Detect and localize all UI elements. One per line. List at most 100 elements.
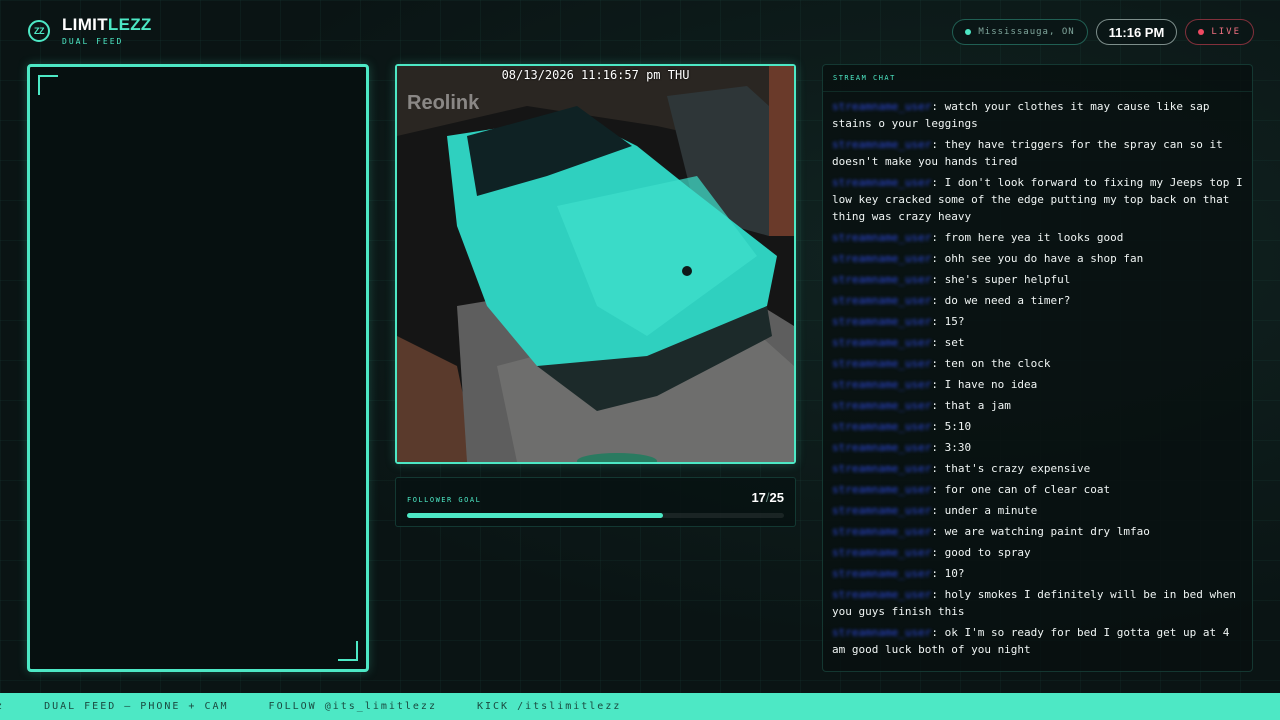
chat-message-text: : for one can of clear coat bbox=[931, 483, 1111, 496]
chat-username[interactable]: streamname_user bbox=[832, 336, 931, 349]
chat-username[interactable]: streamname_user bbox=[832, 231, 931, 244]
chat-message: streamname_user: I have no idea bbox=[832, 376, 1246, 393]
corner-bracket-top-left bbox=[38, 75, 58, 95]
chat-username[interactable]: streamname_user bbox=[832, 525, 931, 538]
chat-username[interactable]: streamname_user bbox=[832, 176, 931, 189]
chat-username[interactable]: streamname_user bbox=[832, 100, 931, 113]
chat-username[interactable]: streamname_user bbox=[832, 399, 931, 412]
brand: ZZ LIMITLEZZ DUAL FEED bbox=[28, 16, 152, 46]
brand-logo-icon: ZZ bbox=[28, 20, 50, 42]
chat-message: streamname_user: from here yea it looks … bbox=[832, 229, 1246, 246]
chat-message-text: : under a minute bbox=[931, 504, 1038, 517]
follower-goal-progress-track bbox=[407, 513, 784, 518]
ticker-item: KICK /itslimitlezz bbox=[476, 701, 622, 712]
chat-message: streamname_user: that a jam bbox=[832, 397, 1246, 414]
chat-username[interactable]: streamname_user bbox=[832, 138, 931, 151]
chat-username[interactable]: streamname_user bbox=[832, 626, 931, 639]
chat-username[interactable]: streamname_user bbox=[832, 294, 931, 307]
chat-message: streamname_user: for one can of clear co… bbox=[832, 481, 1246, 498]
corner-bracket-bottom-right bbox=[338, 641, 358, 661]
chat-message-text: : that a jam bbox=[931, 399, 1011, 412]
chat-message: streamname_user: that's crazy expensive bbox=[832, 460, 1246, 477]
ticker-item: DUAL FEED — PHONE + CAM bbox=[44, 701, 229, 712]
chat-message: streamname_user: do we need a timer? bbox=[832, 292, 1246, 309]
chat-message: streamname_user: watch your clothes it m… bbox=[832, 98, 1246, 132]
follower-goal-current: 17 bbox=[751, 490, 766, 505]
brand-title: LIMITLEZZ bbox=[62, 16, 152, 34]
chat-username[interactable]: streamname_user bbox=[832, 378, 931, 391]
chat-username[interactable]: streamname_user bbox=[832, 567, 931, 580]
chat-message: streamname_user: good to spray bbox=[832, 544, 1246, 561]
chat-message-text: : we are watching paint dry lmfao bbox=[931, 525, 1150, 538]
chat-username[interactable]: streamname_user bbox=[832, 357, 931, 370]
chat-message-text: : set bbox=[931, 336, 965, 349]
camera-feed: 08/13/2026 11:16:57 pm THU Reolink bbox=[395, 64, 796, 464]
stream-chat-title: STREAM CHAT bbox=[823, 65, 1252, 92]
chat-message: streamname_user: we are watching paint d… bbox=[832, 523, 1246, 540]
follower-goal-label: FOLLOWER GOAL bbox=[407, 496, 482, 504]
chat-username[interactable]: streamname_user bbox=[832, 483, 931, 496]
chat-username[interactable]: streamname_user bbox=[832, 315, 931, 328]
follower-goal-panel: FOLLOWER GOAL 17/25 bbox=[395, 477, 796, 527]
camera-image bbox=[397, 66, 794, 462]
follower-goal-count: 17/25 bbox=[751, 490, 784, 505]
camera-timestamp: 08/13/2026 11:16:57 pm THU bbox=[501, 68, 690, 82]
chat-message-text: : 10? bbox=[931, 567, 965, 580]
chat-message-list: streamname_user: watch your clothes it m… bbox=[823, 92, 1252, 658]
chat-message: streamname_user: ten on the clock bbox=[832, 355, 1246, 372]
location-dot-icon bbox=[965, 29, 972, 35]
phone-feed-frame bbox=[27, 64, 369, 672]
chat-username[interactable]: streamname_user bbox=[832, 504, 931, 517]
live-dot-icon bbox=[1198, 29, 1205, 35]
chat-message-text: : ohh see you do have a shop fan bbox=[931, 252, 1144, 265]
ticker-item: ezz bbox=[0, 701, 4, 712]
chat-message-text: : 15? bbox=[931, 315, 965, 328]
chat-message-text: : 3:30 bbox=[931, 441, 972, 454]
chat-message-text: : ten on the clock bbox=[931, 357, 1051, 370]
chat-message-text: : good to spray bbox=[931, 546, 1031, 559]
location-text: Mississauga, ON bbox=[978, 27, 1075, 37]
location-pill: Mississauga, ON bbox=[952, 19, 1088, 45]
chat-username[interactable]: streamname_user bbox=[832, 252, 931, 265]
chat-message-text: : do we need a timer? bbox=[931, 294, 1071, 307]
ticker-item: FOLLOW @its_limitlezz bbox=[268, 701, 437, 712]
chat-message: streamname_user: holy smokes I definitel… bbox=[832, 586, 1246, 620]
chat-message: streamname_user: 10? bbox=[832, 565, 1246, 582]
chat-message-text: : I have no idea bbox=[931, 378, 1038, 391]
time-pill: 11:16 PM bbox=[1095, 19, 1178, 45]
follower-goal-progress-fill bbox=[407, 513, 664, 518]
follower-goal-target: 25 bbox=[769, 490, 784, 505]
brand-text: LIMITLEZZ DUAL FEED bbox=[62, 16, 152, 47]
camera-watermark: Reolink bbox=[407, 92, 480, 114]
chat-username[interactable]: streamname_user bbox=[832, 420, 931, 433]
chat-message: streamname_user: she's super helpful bbox=[832, 271, 1246, 288]
chat-message: streamname_user: they have triggers for … bbox=[832, 136, 1246, 170]
chat-message: streamname_user: 15? bbox=[832, 313, 1246, 330]
brand-title-accent: LEZZ bbox=[107, 15, 152, 34]
chat-message: streamname_user: ok I'm so ready for bed… bbox=[832, 624, 1246, 658]
status-bar: Mississauga, ON 11:16 PM LIVE bbox=[952, 19, 1254, 45]
chat-message-text: : 5:10 bbox=[931, 420, 972, 433]
ticker-track: ezz DUAL FEED — PHONE + CAM FOLLOW @its_li… bbox=[0, 701, 621, 712]
brand-title-prefix: LIMIT bbox=[62, 15, 108, 34]
chat-username[interactable]: streamname_user bbox=[832, 546, 931, 559]
chat-message-text: : she's super helpful bbox=[931, 273, 1071, 286]
chat-username[interactable]: streamname_user bbox=[832, 588, 931, 601]
stream-chat-panel: STREAM CHAT streamname_user: watch your … bbox=[822, 64, 1253, 672]
live-text: LIVE bbox=[1211, 27, 1241, 37]
bottom-ticker: ezz DUAL FEED — PHONE + CAM FOLLOW @its_li… bbox=[0, 693, 1280, 720]
chat-message: streamname_user: ohh see you do have a s… bbox=[832, 250, 1246, 267]
live-badge: LIVE bbox=[1185, 19, 1254, 45]
chat-message: streamname_user: 3:30 bbox=[832, 439, 1246, 456]
chat-message-text: : from here yea it looks good bbox=[931, 231, 1124, 244]
chat-username[interactable]: streamname_user bbox=[832, 273, 931, 286]
clock-text: 11:16 PM bbox=[1108, 24, 1165, 40]
chat-message: streamname_user: 5:10 bbox=[832, 418, 1246, 435]
chat-message-text: : that's crazy expensive bbox=[931, 462, 1091, 475]
brand-subtitle: DUAL FEED bbox=[62, 37, 124, 46]
chat-username[interactable]: streamname_user bbox=[832, 462, 931, 475]
chat-message: streamname_user: I don't look forward to… bbox=[832, 174, 1246, 225]
chat-message: streamname_user: set bbox=[832, 334, 1246, 351]
chat-username[interactable]: streamname_user bbox=[832, 441, 931, 454]
chat-message: streamname_user: under a minute bbox=[832, 502, 1246, 519]
